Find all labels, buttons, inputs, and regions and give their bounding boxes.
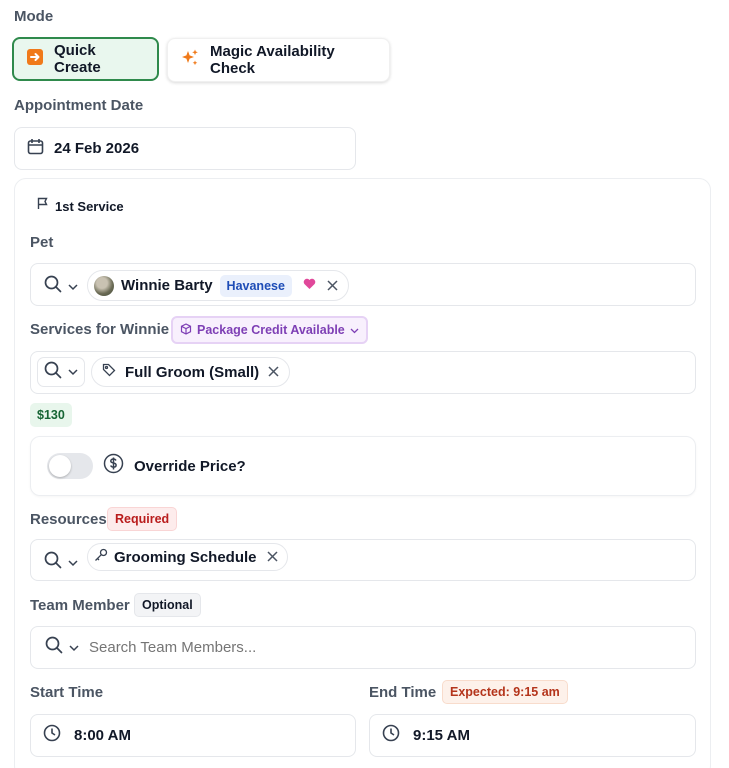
sparkles-icon bbox=[180, 48, 200, 72]
override-price-toggle[interactable] bbox=[47, 453, 93, 479]
services-label: Services for Winnie bbox=[30, 321, 170, 338]
search-icon bbox=[44, 551, 62, 574]
expected-time-badge: Expected: 9:15 am bbox=[442, 680, 568, 704]
heart-icon bbox=[303, 277, 316, 294]
team-member-select[interactable] bbox=[30, 626, 696, 669]
end-time-field[interactable]: 9:15 AM bbox=[369, 714, 696, 757]
dollar-circle-icon bbox=[103, 453, 124, 479]
service-name: Full Groom (Small) bbox=[125, 363, 260, 381]
start-time-field[interactable]: 8:00 AM bbox=[30, 714, 356, 757]
team-member-label: Team Member bbox=[30, 597, 130, 614]
services-search-toggle[interactable] bbox=[37, 357, 85, 387]
chevron-down-icon bbox=[68, 363, 78, 381]
start-time-label: Start Time bbox=[30, 684, 104, 701]
chevron-down-icon bbox=[68, 278, 78, 296]
service-title-text: 1st Service bbox=[55, 198, 124, 214]
chevron-down-icon bbox=[68, 554, 78, 572]
package-credit-badge[interactable]: Package Credit Available bbox=[171, 316, 368, 344]
price-badge: $130 bbox=[30, 403, 72, 427]
remove-service-icon[interactable] bbox=[268, 364, 279, 380]
appointment-date-value: 24 Feb 2026 bbox=[54, 140, 140, 157]
resource-chip[interactable]: Grooming Schedule bbox=[87, 543, 288, 571]
magic-availability-button[interactable]: Magic Availability Check bbox=[167, 38, 390, 82]
service-chip[interactable]: Full Groom (Small) bbox=[91, 357, 291, 387]
clock-icon bbox=[382, 724, 400, 747]
chevron-down-icon bbox=[69, 639, 79, 657]
end-time-value: 9:15 AM bbox=[413, 727, 470, 744]
chevron-down-icon bbox=[350, 323, 359, 337]
package-credit-text: Package Credit Available bbox=[197, 323, 345, 337]
key-icon bbox=[94, 548, 108, 566]
pet-avatar bbox=[94, 275, 114, 296]
pet-chip[interactable]: Winnie Barty Havanese bbox=[87, 270, 349, 301]
remove-resource-icon[interactable] bbox=[266, 549, 278, 565]
search-icon bbox=[45, 636, 63, 659]
end-time-label: End Time bbox=[369, 684, 437, 701]
required-badge: Required bbox=[107, 507, 178, 531]
service-card-title: 1st Service bbox=[37, 197, 124, 215]
team-member-search-input[interactable] bbox=[89, 639, 589, 656]
override-price-label: Override Price? bbox=[134, 457, 246, 475]
pet-label: Pet bbox=[30, 234, 54, 251]
override-price-panel: Override Price? bbox=[30, 436, 696, 496]
quick-create-label: Quick Create bbox=[54, 42, 101, 76]
resource-name: Grooming Schedule bbox=[114, 548, 257, 566]
resources-search-toggle[interactable] bbox=[44, 551, 78, 574]
appointment-date-label: Appointment Date bbox=[14, 97, 144, 114]
pet-search-toggle[interactable] bbox=[44, 275, 78, 298]
calendar-icon bbox=[27, 138, 44, 160]
tag-icon bbox=[102, 363, 116, 381]
search-icon bbox=[44, 275, 62, 298]
remove-pet-icon[interactable] bbox=[327, 278, 338, 294]
resources-label: Resources bbox=[30, 511, 107, 528]
start-time-value: 8:00 AM bbox=[74, 727, 131, 744]
quick-create-button[interactable]: Quick Create bbox=[12, 37, 159, 81]
pet-name: Winnie Barty bbox=[121, 277, 213, 294]
flag-icon bbox=[37, 197, 49, 215]
breed-badge: Havanese bbox=[219, 274, 292, 297]
magic-availability-label: Magic Availability Check bbox=[210, 43, 335, 77]
search-icon bbox=[44, 361, 62, 384]
appointment-date-field[interactable]: 24 Feb 2026 bbox=[14, 127, 356, 170]
package-icon bbox=[180, 322, 192, 338]
clock-icon bbox=[43, 724, 61, 747]
enter-icon bbox=[26, 48, 44, 70]
mode-label: Mode bbox=[14, 8, 54, 25]
optional-badge: Optional bbox=[134, 593, 201, 617]
